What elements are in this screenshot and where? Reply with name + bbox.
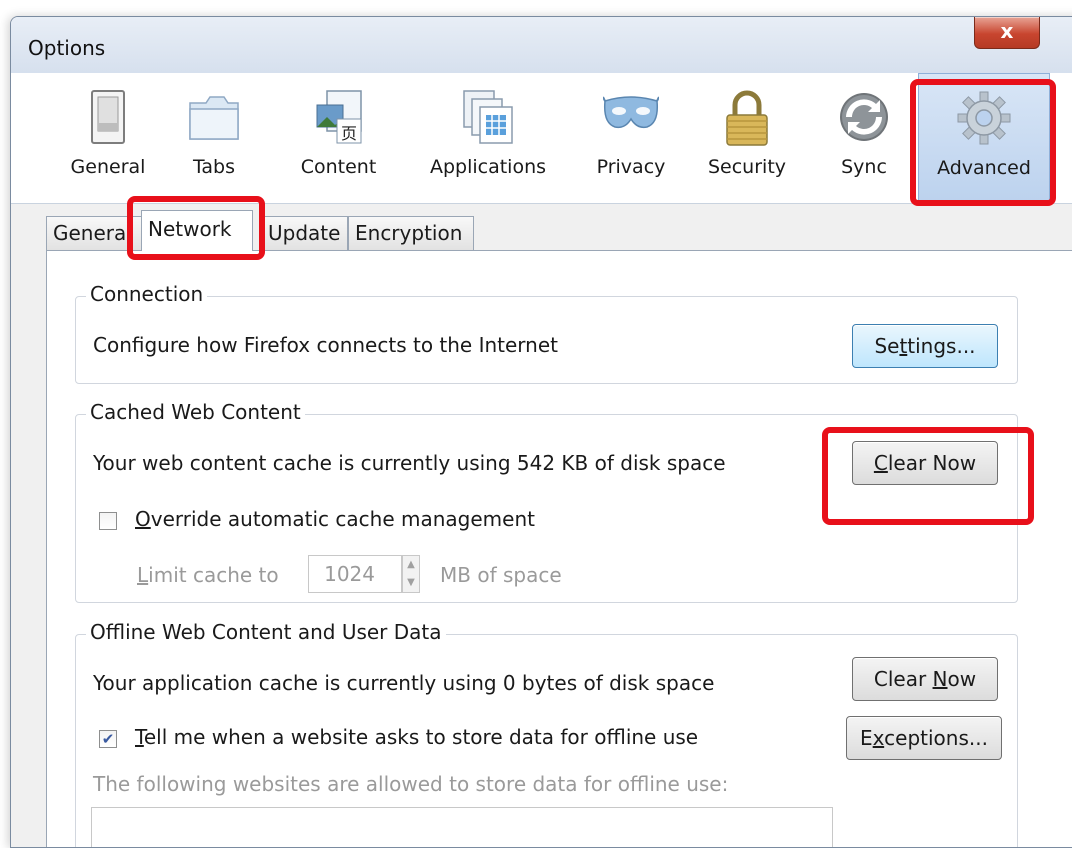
btn-accesskey: x	[872, 726, 885, 750]
subtab-label: Network	[148, 217, 232, 241]
pane-label: Tabs	[192, 156, 236, 178]
pane-label: Security	[707, 156, 787, 178]
btn-text-post: tings...	[907, 334, 976, 358]
close-icon: x	[1000, 19, 1014, 43]
network-panel: Connection Configure how Firefox connect…	[46, 250, 1072, 847]
pane-label: Content	[300, 156, 377, 178]
cache-usage-text: Your web content cache is currently usin…	[93, 451, 726, 475]
clear-cache-button[interactable]: Clear Now	[852, 441, 998, 485]
btn-text-post: ceptions...	[884, 726, 988, 750]
cache-limit-input[interactable]: 1024	[308, 555, 402, 593]
subtab-label: Genera	[53, 221, 127, 245]
limit-unit-label: MB of space	[440, 563, 562, 587]
cache-limit-spinner[interactable]: ▲ ▼	[402, 555, 420, 593]
subtab-label: Encryption	[355, 221, 463, 245]
allowed-sites-caption: The following websites are allowed to st…	[93, 772, 729, 796]
btn-text-pre: E	[860, 726, 873, 750]
switch-icon	[91, 90, 125, 144]
label-text: verride automatic cache management	[150, 507, 535, 531]
pane-privacy[interactable]: Privacy	[583, 73, 679, 203]
tell-me-label[interactable]: Tell me when a website asks to store dat…	[135, 725, 698, 749]
allowed-sites-list[interactable]	[91, 807, 833, 847]
btn-accesskey: C	[873, 451, 888, 475]
pane-label: Privacy	[596, 156, 666, 178]
subtab-general[interactable]: Genera	[46, 216, 146, 250]
override-cache-checkbox[interactable]	[99, 512, 117, 530]
btn-text-post: lear Now	[887, 451, 977, 475]
pane-sync[interactable]: Sync	[821, 73, 907, 203]
subtab-network[interactable]: Network	[141, 210, 253, 251]
pane-general[interactable]: General	[53, 73, 163, 203]
pane-label: General	[70, 156, 146, 178]
btn-text-pre: Clear	[873, 667, 933, 691]
pane-label: Sync	[841, 156, 887, 178]
label-accesskey: L	[137, 563, 149, 587]
override-cache-label[interactable]: Override automatic cache management	[135, 507, 535, 531]
sync-icon	[840, 93, 888, 141]
pane-tabs[interactable]: Tabs	[169, 73, 259, 203]
settings-button[interactable]: Settings...	[852, 324, 998, 368]
connection-group: Connection Configure how Firefox connect…	[75, 282, 1018, 384]
tell-me-checkbox[interactable]: ✔	[99, 730, 117, 748]
pane-security[interactable]: Security	[695, 73, 799, 203]
spin-up-icon[interactable]: ▲	[403, 556, 419, 574]
subtab-label: Update	[268, 221, 341, 245]
options-window: Options x General Tabs 页 Content Applica…	[10, 16, 1072, 848]
limit-cache-label: Limit cache to	[137, 563, 279, 587]
folder-tabs-icon	[189, 96, 239, 140]
window-title: Options	[28, 36, 106, 60]
label-accesskey: O	[135, 507, 151, 531]
label-text: imit cache to	[148, 563, 279, 587]
title-bar: Options x	[11, 17, 1072, 73]
btn-text-post: ow	[947, 667, 977, 691]
subtab-update[interactable]: Update	[261, 216, 348, 250]
label-accesskey: T	[135, 725, 144, 749]
connection-description: Configure how Firefox connects to the In…	[93, 333, 558, 357]
pane-label: Advanced	[937, 157, 1031, 179]
exceptions-button[interactable]: Exceptions...	[846, 716, 1002, 760]
mask-icon	[603, 96, 659, 129]
offline-legend: Offline Web Content and User Data	[86, 620, 446, 644]
content-page-icon: 页	[316, 90, 362, 144]
offline-usage-text: Your application cache is currently usin…	[93, 671, 715, 695]
padlock-icon	[726, 90, 768, 146]
btn-accesskey: N	[932, 667, 948, 691]
pane-content[interactable]: 页 Content	[281, 73, 396, 203]
applications-icon	[463, 90, 513, 144]
pane-advanced[interactable]: Advanced	[918, 73, 1050, 203]
connection-legend: Connection	[86, 282, 208, 306]
label-text: ell me when a website asks to store data…	[143, 725, 699, 749]
gear-icon	[957, 91, 1011, 145]
cache-legend: Cached Web Content	[86, 400, 305, 424]
close-button[interactable]: x	[974, 17, 1040, 49]
cache-group: Cached Web Content Your web content cach…	[75, 400, 1018, 603]
clear-offline-button[interactable]: Clear Now	[852, 657, 998, 701]
offline-group: Offline Web Content and User Data Your a…	[75, 620, 1018, 847]
pane-toolbar: General Tabs 页 Content Applications Priv…	[11, 73, 1072, 206]
svg-text:页: 页	[341, 124, 357, 143]
pane-applications[interactable]: Applications	[413, 73, 563, 203]
pane-label: Applications	[429, 156, 547, 178]
checkmark-icon: ✔	[101, 730, 115, 748]
btn-text-pre: Se	[874, 334, 900, 358]
subtab-encryption[interactable]: Encryption	[348, 216, 474, 250]
spin-down-icon[interactable]: ▼	[403, 574, 419, 592]
